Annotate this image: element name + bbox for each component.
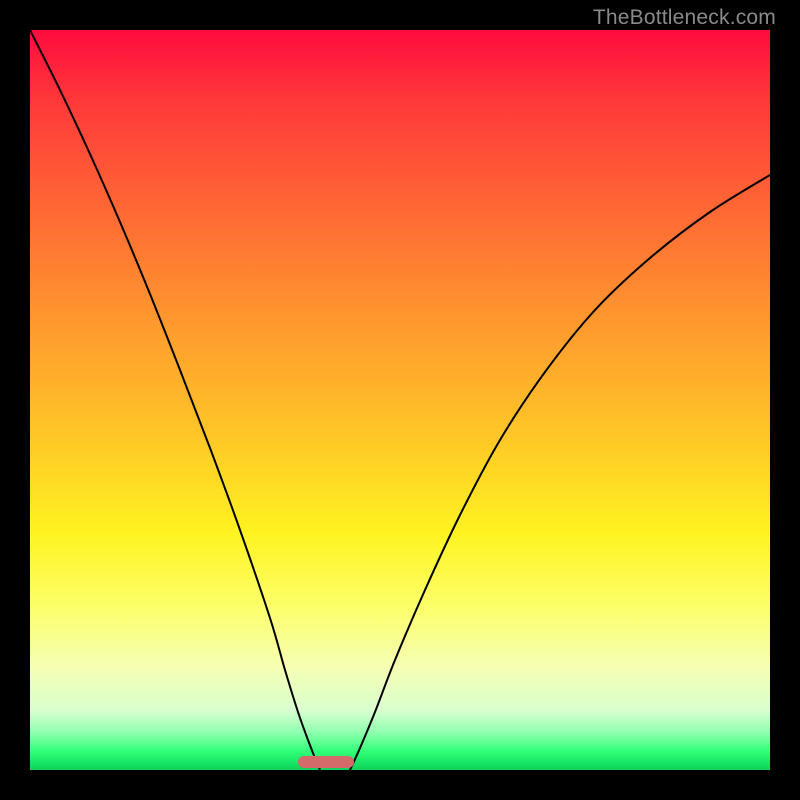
watermark-text: TheBottleneck.com xyxy=(593,6,776,30)
chart-frame: TheBottleneck.com xyxy=(0,0,800,800)
left-curve xyxy=(30,30,320,770)
right-curve xyxy=(350,175,770,770)
bottleneck-marker xyxy=(298,756,354,768)
curve-layer xyxy=(30,30,770,770)
plot-area xyxy=(30,30,770,770)
